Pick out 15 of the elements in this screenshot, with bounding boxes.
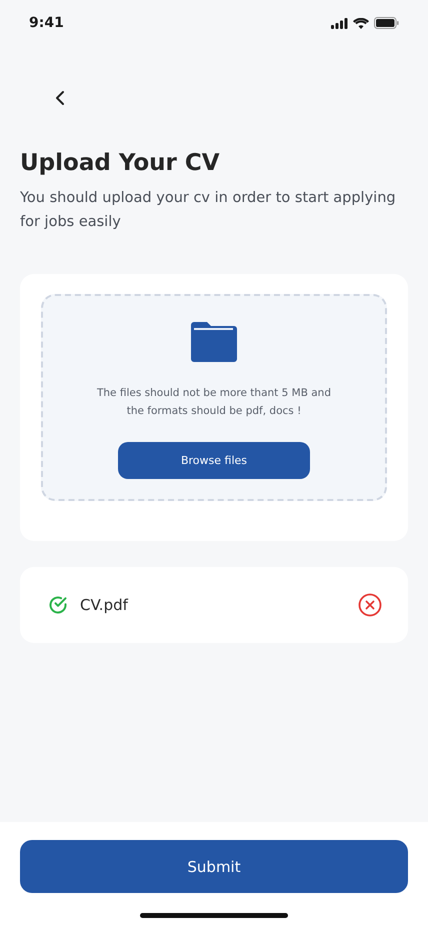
file-dropzone[interactable]: The files should not be more thant 5 MB and the formats should be pdf, docs ! Browse files xyxy=(41,294,387,501)
signal-icon xyxy=(331,18,348,28)
close-icon xyxy=(358,593,382,617)
page-subtitle: You should upload your cv in order to start applying for jobs easily xyxy=(20,189,397,232)
upload-hint: The files should not be more thant 5 MB and the formats should be pdf, docs ! xyxy=(96,386,332,419)
battery-icon xyxy=(374,17,399,29)
submit-button[interactable]: Submit xyxy=(20,840,408,893)
file-name: CV.pdf xyxy=(80,596,130,614)
remove-file-button[interactable] xyxy=(358,593,382,617)
page-title: Upload Your CV xyxy=(20,150,221,176)
wifi-icon xyxy=(353,18,369,28)
back-chevron-icon xyxy=(55,90,65,106)
status-time: 9:41 xyxy=(29,15,64,31)
browse-files-button[interactable]: Browse files xyxy=(118,442,310,479)
folder-icon xyxy=(191,322,237,362)
